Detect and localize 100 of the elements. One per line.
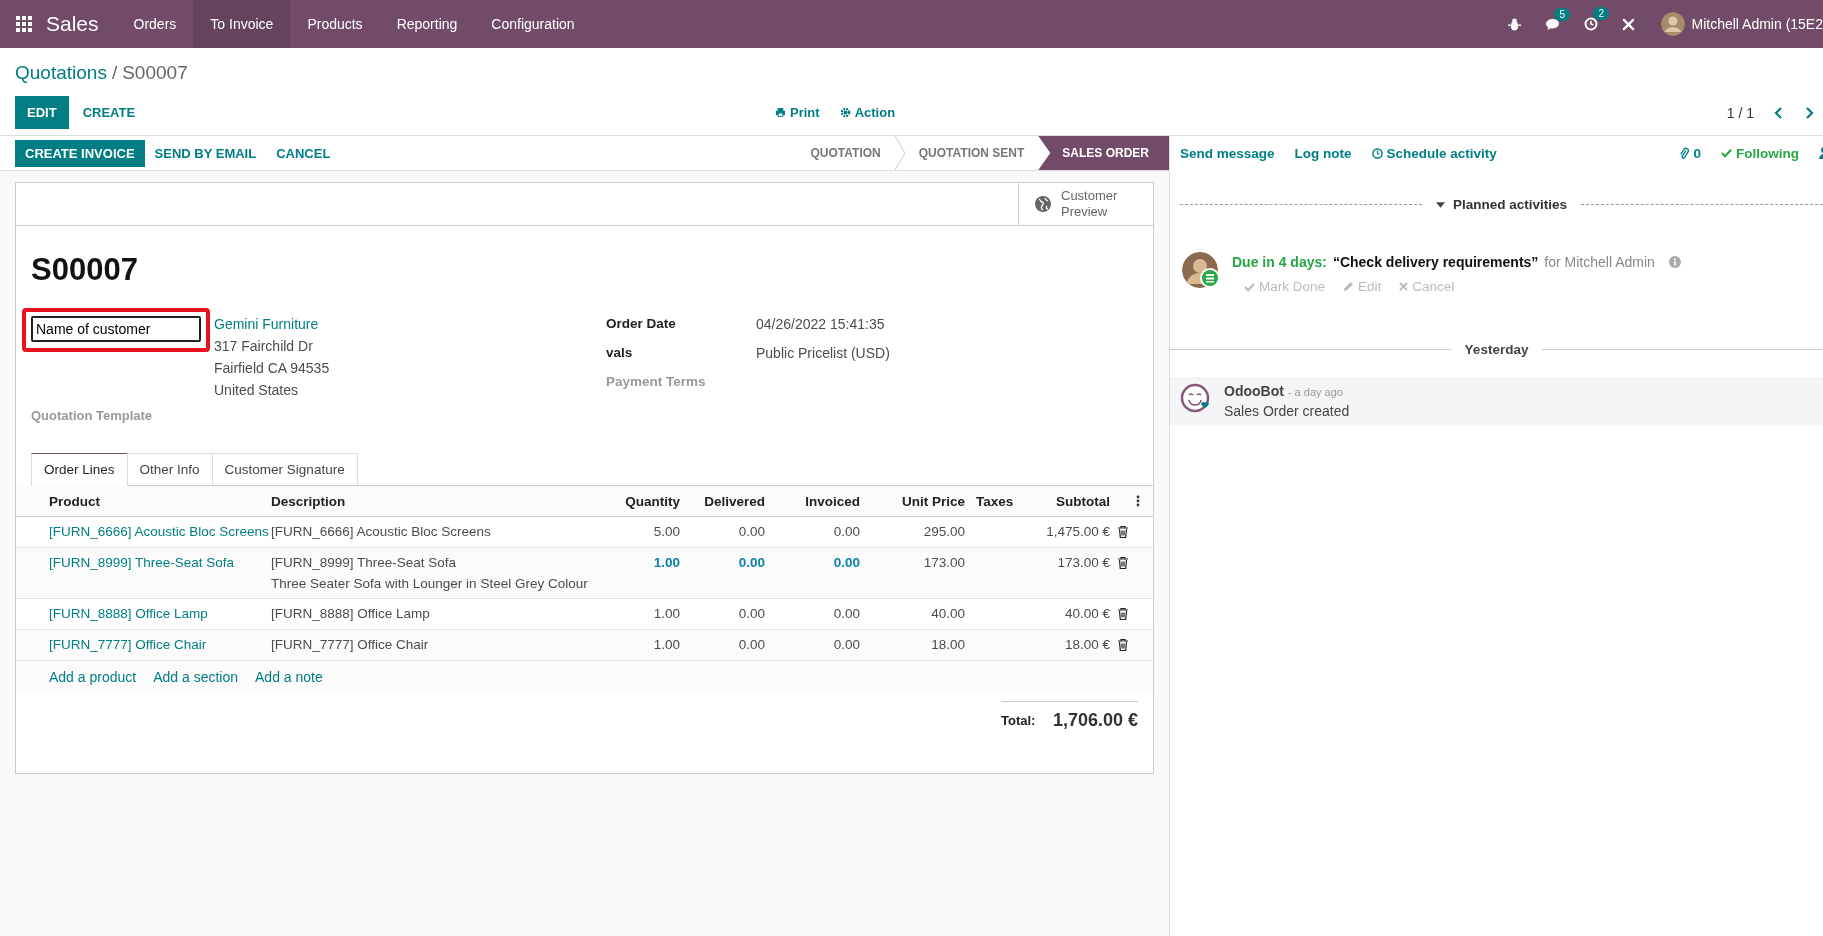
column-header[interactable]: Quantity — [608, 493, 688, 509]
gear-icon — [839, 107, 851, 118]
trash-icon[interactable] — [1118, 608, 1128, 620]
user-name[interactable]: Mitchell Admin (15E2 — [1691, 16, 1823, 32]
breadcrumb-link[interactable]: Quotations — [15, 62, 107, 84]
menu-item[interactable]: Products — [290, 0, 380, 48]
chevron-divider — [894, 136, 905, 170]
clock-icon[interactable] — [1584, 17, 1599, 31]
status-stage[interactable]: QUOTATION — [796, 136, 895, 170]
menu-item[interactable]: To Invoice — [193, 0, 291, 48]
table-cell-text: 1.00 — [652, 605, 681, 623]
product-link[interactable]: [FURN_8888] Office Lamp — [46, 599, 268, 628]
previous-icon[interactable] — [1774, 106, 1784, 119]
table-cell-text: 0.00 — [832, 523, 861, 541]
bug-icon[interactable] — [1508, 17, 1522, 31]
apps-menu-icon[interactable] — [16, 16, 32, 32]
chatter-button[interactable]: Log note — [1294, 145, 1352, 161]
menu-item[interactable]: Orders — [116, 0, 194, 48]
bot-avatar-icon — [1180, 383, 1212, 415]
action-menu[interactable]: Action — [839, 105, 896, 120]
trash-icon[interactable] — [1118, 557, 1128, 569]
customer-name-field[interactable]: Name of customer — [31, 316, 201, 342]
table-cell-text: 1.00 — [652, 554, 681, 572]
edit-button[interactable]: EDIT — [15, 96, 69, 129]
table-cell-text: 0.00 — [737, 554, 766, 572]
status-stage[interactable]: QUOTATION SENT — [904, 136, 1039, 170]
date-separator: Yesterday — [1464, 342, 1529, 357]
partner-link[interactable]: Gemini Furniture — [214, 316, 330, 332]
status-action-button[interactable]: CANCEL — [266, 139, 341, 167]
app-name[interactable]: Sales — [46, 12, 99, 36]
print-menu[interactable]: Print — [775, 105, 820, 120]
paperclip-icon — [1679, 146, 1690, 160]
following-button[interactable]: Following — [1721, 145, 1799, 161]
tools-icon[interactable] — [1622, 17, 1636, 31]
next-icon[interactable] — [1804, 106, 1814, 119]
breadcrumb-current: S00007 — [122, 62, 188, 84]
product-link[interactable]: [FURN_7777] Office Chair — [46, 630, 268, 659]
table-cell-text: 18.00 — [930, 636, 966, 654]
check-icon — [1721, 148, 1732, 158]
column-options-icon[interactable] — [1136, 495, 1140, 507]
total-label: Total: — [1001, 713, 1036, 728]
print-icon — [775, 107, 786, 118]
table-cell-text: 0.00 — [737, 605, 766, 623]
create-button[interactable]: CREATE — [70, 96, 148, 129]
activity-type-icon — [1200, 268, 1220, 288]
field-label: vals — [606, 345, 634, 361]
attachments-button[interactable]: 0 — [1679, 145, 1701, 161]
menu-item[interactable]: Configuration — [474, 0, 592, 48]
notebook-tab[interactable]: Customer Signature — [211, 453, 358, 485]
table-cell-text: 0.00 — [832, 605, 861, 623]
table-cell-text: [FURN_6666] Acoustic Bloc Screens — [270, 523, 492, 541]
user-avatar-icon[interactable] — [1661, 12, 1686, 36]
notebook-tab[interactable]: Order Lines — [31, 453, 128, 486]
status-action-button[interactable]: CREATE INVOICE — [15, 139, 145, 167]
planned-activities-toggle[interactable]: Planned activities — [1436, 197, 1568, 212]
column-header[interactable]: Subtotal — [1013, 493, 1118, 509]
column-header[interactable]: Delivered — [688, 493, 773, 509]
activity-summary: “Check delivery requirements” — [1332, 254, 1539, 270]
field-label: Order Date — [606, 316, 677, 332]
total-amount: 1,706.00 € — [1052, 710, 1138, 731]
caret-icon — [1436, 201, 1445, 208]
address-line: United States — [214, 382, 300, 398]
menu-item[interactable]: Reporting — [379, 0, 475, 48]
table-cell-text: [FURN_8999] Three-Seat Sofa Three Seater Sofa with Lounger in Steel Grey Colour — [270, 554, 589, 593]
table-cell-text: 173.00 — [922, 554, 966, 572]
chatter-button[interactable]: Send message — [1180, 145, 1275, 161]
table-cell-text: 0.00 — [832, 554, 861, 572]
product-link[interactable]: [FURN_6666] Acoustic Bloc Screens — [46, 517, 268, 546]
add-line-link[interactable]: Add a product — [49, 669, 137, 685]
pager-value[interactable]: 1 / 1 — [1726, 104, 1754, 121]
close-icon — [1399, 282, 1409, 291]
column-header[interactable]: Taxes — [973, 493, 1013, 509]
count-badge: 2 — [1593, 7, 1610, 20]
chat-icon[interactable] — [1545, 17, 1561, 31]
chatter-button[interactable]: Schedule activity — [1371, 145, 1497, 161]
table-cell-text: 40.00 — [930, 605, 966, 623]
globe-icon — [1035, 196, 1051, 212]
trash-icon[interactable] — [1118, 639, 1128, 651]
field-label: Payment Terms — [606, 374, 707, 389]
status-stage[interactable]: SALES ORDER — [1038, 136, 1169, 170]
trash-icon[interactable] — [1118, 526, 1128, 538]
count-badge: 5 — [1554, 7, 1571, 21]
column-header[interactable]: Product — [46, 493, 268, 509]
table-cell-text: [FURN_7777] Office Chair — [270, 636, 430, 654]
table-cell-text: 0.00 — [737, 523, 766, 541]
table-cell-text: 173.00 € — [1056, 554, 1111, 572]
table-cell-text: [FURN_8888] Office Lamp — [270, 605, 431, 623]
message-body: Sales Order created — [1224, 403, 1350, 419]
clock-icon — [1371, 147, 1383, 159]
column-header[interactable]: Description — [268, 493, 608, 509]
column-header[interactable]: Invoiced — [773, 493, 868, 509]
table-cell-text: 40.00 € — [1063, 605, 1111, 623]
column-header[interactable]: Unit Price — [868, 493, 973, 509]
add-line-link[interactable]: Add a section — [153, 669, 238, 685]
table-cell-text: 18.00 € — [1063, 636, 1111, 654]
product-link[interactable]: [FURN_8999] Three-Seat Sofa — [46, 548, 268, 577]
field-value: 04/26/2022 15:41:35 — [756, 316, 885, 332]
add-line-link[interactable]: Add a note — [255, 669, 323, 685]
status-action-button[interactable]: SEND BY EMAIL — [144, 139, 267, 167]
activity-assignee: for Mitchell Admin — [1544, 254, 1655, 270]
